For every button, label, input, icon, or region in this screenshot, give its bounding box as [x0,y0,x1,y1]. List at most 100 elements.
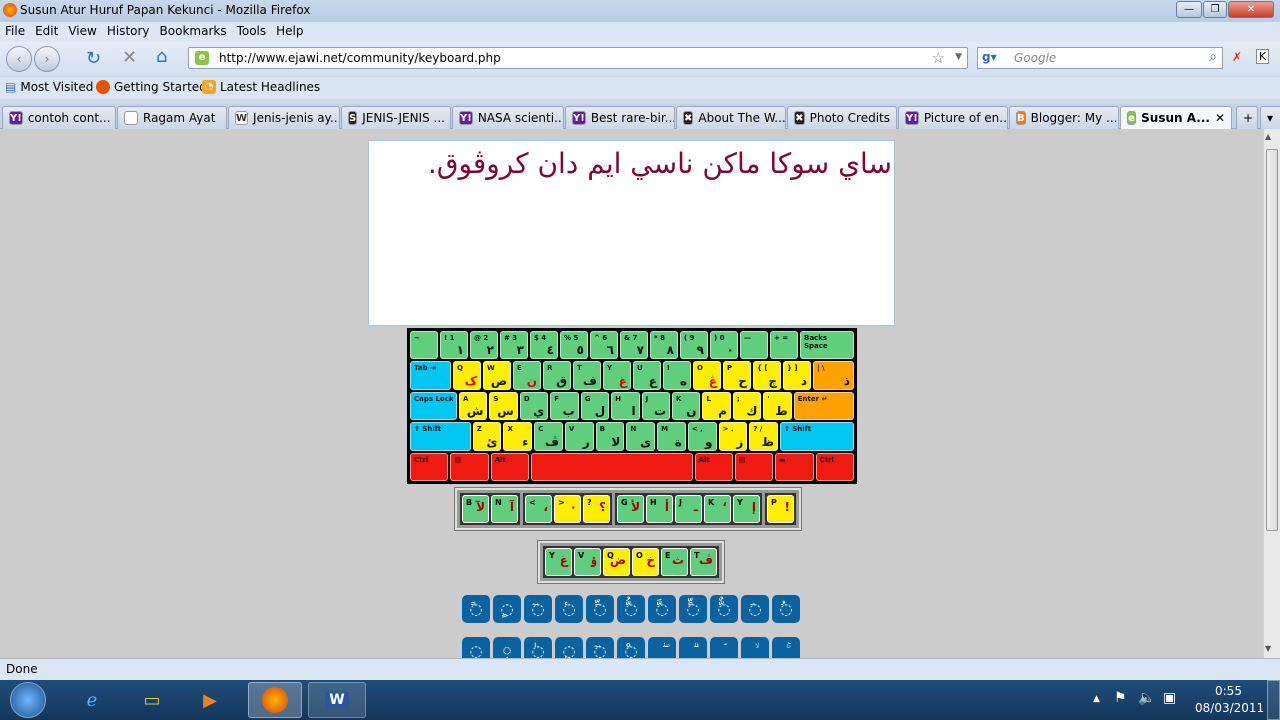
maximize-button[interactable]: ❐ [1203,1,1227,18]
diacritic-button[interactable]: ◌ [462,637,490,658]
bookmark-getting-started[interactable]: Getting Started [96,80,207,94]
forward-button[interactable]: › [34,46,60,72]
key[interactable]: # 3٣ [500,331,528,360]
key[interactable]: ⇧ Shift [779,422,855,451]
clock-date[interactable]: 08/03/2011 [1195,701,1264,715]
key[interactable]: Alt [694,452,733,482]
tab[interactable]: Ragam Ayat [117,106,227,129]
clock-time[interactable]: 0:55 [1215,684,1242,698]
key[interactable]: P! [767,495,794,523]
scroll-down-icon[interactable]: ▼ [1265,644,1271,653]
close-tab-icon[interactable]: ✕ [1215,111,1225,125]
key[interactable]: G لأ [617,495,644,523]
key[interactable]: & 7٧ [620,331,648,360]
diacritic-button[interactable]: ◌َّ [648,595,676,623]
key[interactable]: Yإ [733,495,760,523]
diacritic-button[interactable]: ◌ٕ [555,637,583,658]
key[interactable]: < ، [525,495,552,523]
key[interactable]: Tف [573,361,601,390]
diacritic-button[interactable]: ◌ِّ [586,595,614,623]
volume-icon[interactable]: 🔈 [1138,690,1155,706]
key[interactable]: ▤ [450,452,489,482]
home-icon[interactable]: ⌂ [156,46,167,67]
search-input[interactable]: g▾ Google ⌕ [977,47,1223,69]
key[interactable]: Enter ↵ [793,391,854,421]
explorer-folder-icon[interactable]: ▭ [130,682,174,718]
network-icon[interactable]: ▣ [1163,690,1176,706]
tab[interactable]: e Susun A... ✕ [1120,106,1232,129]
key[interactable]: K ‘ [704,495,731,523]
key[interactable]: ▤ [734,452,774,482]
key[interactable]: + = [770,331,798,360]
key[interactable]: Jت [641,391,671,421]
url-bar[interactable]: e http://www.ejawi.net/community/keyboar… [188,47,968,69]
key[interactable]: Rق [543,361,571,390]
key[interactable]: Lم [702,391,731,421]
key[interactable]: Backs Space [800,331,854,360]
diacritic-button[interactable]: ◌ْ [617,637,645,658]
key[interactable]: ; ك [732,391,762,421]
key[interactable]: ▬ [775,452,814,482]
key[interactable]: % 5٥ [560,331,588,360]
diacritic-button[interactable]: ◌ً [462,595,490,623]
key[interactable]: — [740,331,768,360]
key[interactable]: Wص [483,361,511,390]
key[interactable]: * 8٨ [650,331,678,360]
key[interactable]: Vر [564,422,594,451]
key[interactable]: Alt [490,452,530,482]
key[interactable]: ? ؟ [583,495,610,523]
start-button[interactable] [10,682,46,718]
menu-history[interactable]: History [102,22,155,40]
menu-bookmarks[interactable]: Bookmarks [155,22,232,40]
key[interactable]: Pح [723,361,751,390]
key[interactable]: Eث [661,548,688,576]
key[interactable]: B لآ [462,495,489,523]
bookmark-latest-headlines[interactable]: ◔ Latest Headlines [202,80,320,94]
key[interactable]: < ,و [687,422,717,451]
tab[interactable]: Y! Picture of en... [898,106,1008,129]
diacritic-button[interactable]: ۖ [648,637,676,658]
firefox-taskbar-button[interactable] [248,682,302,718]
key[interactable]: Mة [657,422,686,451]
new-tab-button[interactable]: + [1236,106,1258,129]
key[interactable]: | \ ذ [813,361,854,390]
show-hidden-icons[interactable]: ▲ [1093,694,1100,704]
key[interactable]: Jـ [675,495,702,523]
reload-icon[interactable]: ↻ [86,48,101,69]
diacritic-button[interactable]: ◌ٓ [586,637,614,658]
key[interactable]: Tab ⇥ [410,361,451,390]
menu-file[interactable]: File [0,22,30,40]
tab[interactable]: S JENIS-JENIS ... [341,106,451,129]
diacritic-button[interactable]: ◌َ [741,595,769,623]
key[interactable]: Dي [519,391,549,421]
key[interactable]: Aش [458,391,488,421]
key[interactable]: Gل [580,391,610,421]
key[interactable]: @ 2٢ [470,331,498,360]
addon-icon[interactable]: ✗ [1232,50,1242,64]
vertical-scrollbar[interactable]: ▲ ▼ [1263,129,1280,658]
key[interactable]: Zئ [472,422,502,451]
menu-help[interactable]: Help [271,22,308,40]
key[interactable]: Yغ [603,361,631,390]
tab-list-button[interactable]: ▾ [1260,106,1280,129]
diacritic-button[interactable]: ۘ [710,637,738,658]
key[interactable]: Oڠ [693,361,721,390]
key[interactable]: ~ [410,331,438,360]
bookmark-star-icon[interactable]: ☆ [932,49,945,67]
tab[interactable]: B Blogger: My ... [1009,106,1119,129]
scrollbar-thumb[interactable] [1266,149,1278,531]
key[interactable]: Yغ [545,548,572,576]
diacritic-button[interactable]: ◌ُّ [617,595,645,623]
key[interactable]: B لا [595,422,625,451]
key[interactable]: Qک [453,361,481,390]
key[interactable] [531,452,693,482]
key[interactable]: Cڤ [534,422,563,451]
media-player-icon[interactable]: ▶ [188,682,232,718]
close-button[interactable]: ✕ [1228,1,1274,18]
search-icon[interactable]: ⌕ [1209,49,1217,65]
key[interactable]: Hأ [646,495,673,523]
show-desktop-button[interactable] [1267,680,1280,720]
back-button[interactable]: ‹ [6,46,32,72]
key[interactable]: ? / ظ [749,422,778,451]
diacritic-button[interactable]: ۚ [772,637,800,658]
